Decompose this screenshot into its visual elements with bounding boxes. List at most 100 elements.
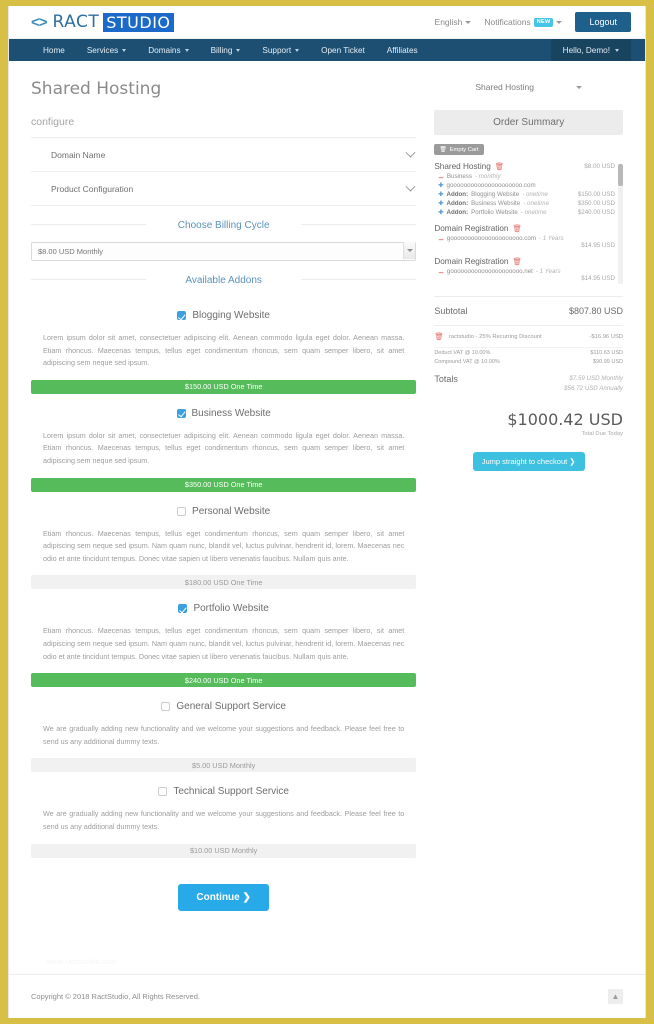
cart-item-title: Domain Registration <box>434 224 509 233</box>
cart-item-line: ⚊ gooooooooooooooooooooo.net - 1 Years <box>434 268 615 275</box>
cart-line-prefix: Addon: <box>446 200 469 207</box>
page-footer: Copyright © 2018 RactStudio, All Rights … <box>9 974 645 1018</box>
notifications-menu[interactable]: Notifications NEW <box>484 17 563 27</box>
cart-item-line: ✚ gooooooooooooooooooooo.com <box>434 182 615 189</box>
subtotal-value: $807.80 USD <box>568 306 623 316</box>
account-label: Hello, Demo! <box>562 45 610 55</box>
empty-cart-button[interactable]: 🗑 Empty Cart <box>434 144 484 155</box>
cart-item-title: Shared Hosting <box>434 162 491 171</box>
chevron-down-icon <box>615 48 619 52</box>
jump-to-checkout-button[interactable]: Jump straight to checkout ❯ <box>472 451 585 471</box>
plus-icon: ✚ <box>438 191 444 198</box>
nav-item-home[interactable]: Home <box>35 39 76 61</box>
cart-item-subamount: $14.95 USD <box>581 242 615 249</box>
vat-value: $90.99 USD <box>593 358 623 365</box>
site-logo[interactable]: <> RACT STUDIO <box>31 12 174 32</box>
remove-item-icon[interactable]: 🗑 <box>513 224 523 233</box>
totals-monthly: $7.59 USD Monthly <box>569 375 623 382</box>
cart-line-label: gooooooooooooooooooooo.com <box>446 235 536 242</box>
accordion-domain-name[interactable]: Domain Name <box>31 138 417 172</box>
continue-button[interactable]: Continue ❯ <box>178 883 269 911</box>
accordion-product-configuration[interactable]: Product Configuration <box>31 172 417 206</box>
addon-checkbox[interactable] <box>158 787 168 797</box>
subtotal-label: Subtotal <box>434 306 468 316</box>
cart-items-scroll[interactable]: Shared Hosting 🗑 $8.00 USD ⚊ Business - … <box>434 162 623 297</box>
nav-item-billing[interactable]: Billing <box>200 39 252 61</box>
copyright-text: Copyright © 2018 RactStudio, All Rights … <box>31 992 200 1001</box>
cart-item-line: ✚ Addon: Portfolio Website - onetime $24… <box>434 209 615 216</box>
minus-icon: ⚊ <box>438 235 444 242</box>
account-menu[interactable]: Hello, Demo! <box>550 39 631 61</box>
addon-checkbox[interactable] <box>176 408 186 418</box>
addon-business-website: Business Website Lorem ipsum dolor sit a… <box>31 408 417 492</box>
cart-item-price: $8.00 USD <box>584 163 615 170</box>
cart-line-label: gooooooooooooooooooooo.net <box>446 268 533 275</box>
checkout-label: Jump straight to checkout <box>481 456 568 466</box>
nav-item-support[interactable]: Support <box>251 39 310 61</box>
order-form-column: Shared Hosting configure Domain Name Pro… <box>31 79 417 911</box>
continue-button-wrap: Continue ❯ <box>31 858 416 911</box>
totals-values: $7.59 USD Monthly $56.72 USD Annually <box>564 374 623 394</box>
cart-line-label: Business <box>446 173 472 180</box>
cart-item-line: ✚ Addon: Blogging Website - onetime $150… <box>434 191 615 198</box>
cart-line-meta: - 1 Years <box>539 235 564 242</box>
addon-title-row: General Support Service <box>31 701 416 712</box>
cart-line-amount: $350.00 USD <box>577 200 615 207</box>
back-to-top-icon[interactable]: ▲ <box>608 989 623 1004</box>
remove-item-icon[interactable]: 🗑 <box>513 257 523 266</box>
cart-line-meta: - onetime <box>520 209 547 216</box>
cart-line-prefix: Addon: <box>446 191 469 198</box>
addon-name: Technical Support Service <box>173 786 289 798</box>
code-brackets-icon: <> <box>31 13 48 31</box>
addon-price: $10.00 USD Monthly <box>31 843 417 858</box>
vat-row-deduct: Deduct VAT @ 10.00% $110.63 USD <box>434 348 623 357</box>
remove-discount-icon[interactable]: 🗑 <box>434 332 444 341</box>
nav-item-affiliates[interactable]: Affiliates <box>376 39 429 61</box>
nav-item-services[interactable]: Services <box>76 39 137 61</box>
addon-name: Portfolio Website <box>193 603 269 615</box>
chevron-down-icon <box>405 147 416 158</box>
discount-row: 🗑 ractstudio - 25% Recurring Discount -$… <box>434 326 623 348</box>
totals-row: Totals $7.59 USD Monthly $56.72 USD Annu… <box>434 366 623 398</box>
nav-item-open-ticket[interactable]: Open Ticket <box>310 39 376 61</box>
available-addons-heading: Available Addons <box>31 261 417 296</box>
nav-label: Billing <box>210 45 233 55</box>
addon-description: Lorem ipsum dolor sit amet, consectetuer… <box>43 430 405 465</box>
remove-item-icon[interactable]: 🗑 <box>495 162 505 171</box>
addon-checkbox[interactable] <box>161 702 171 712</box>
scrollbar-thumb[interactable] <box>618 164 623 186</box>
cart-item-header: Domain Registration 🗑 <box>434 224 615 233</box>
cart-item-line: ⚊ Business - monthly <box>434 173 615 180</box>
order-summary-title: Order Summary <box>434 110 623 135</box>
addon-checkbox[interactable] <box>178 604 188 614</box>
totals-label: Totals <box>434 374 458 384</box>
discount-label: ractstudio - 25% Recurring Discount <box>448 333 542 340</box>
nav-label: Services <box>86 45 119 55</box>
billing-cycle-select[interactable]: $8.00 USD Monthly <box>31 242 417 261</box>
addon-checkbox[interactable] <box>177 311 187 320</box>
order-summary-box: Order Summary 🗑 Empty Cart Shared Hostin… <box>434 110 623 471</box>
logo-text-studio: STUDIO <box>103 12 174 32</box>
page-container: <> RACT STUDIO English Notifications NEW… <box>8 6 646 1018</box>
cart-line-meta: - 1 Years <box>535 268 561 275</box>
order-summary-column: Shared Hosting Order Summary 🗑 Empty Car… <box>434 79 623 911</box>
chevron-down-icon <box>465 20 472 24</box>
top-bar: <> RACT STUDIO English Notifications NEW… <box>9 6 645 39</box>
accordion-label: Domain Name <box>51 150 106 160</box>
plus-icon: ✚ <box>438 209 444 216</box>
category-selector[interactable]: Shared Hosting <box>434 79 623 92</box>
page-title: Shared Hosting <box>31 79 162 99</box>
addon-checkbox[interactable] <box>177 506 187 516</box>
chevron-down-icon <box>405 181 416 192</box>
logout-button[interactable]: Logout <box>575 12 631 32</box>
vat-label: Deduct VAT @ 10.00% <box>434 349 491 356</box>
minus-icon: ⚊ <box>438 173 444 180</box>
cart-line-amount: $240.00 USD <box>577 209 615 216</box>
notifications-label: Notifications <box>484 17 531 27</box>
language-selector[interactable]: English <box>435 17 472 27</box>
cart-line-meta: - onetime <box>522 191 548 198</box>
addon-title-row: Personal Website <box>31 506 416 517</box>
cart-line-meta: - monthly <box>474 173 501 180</box>
nav-item-domains[interactable]: Domains <box>137 39 199 61</box>
addon-price: $5.00 USD Monthly <box>31 758 417 773</box>
